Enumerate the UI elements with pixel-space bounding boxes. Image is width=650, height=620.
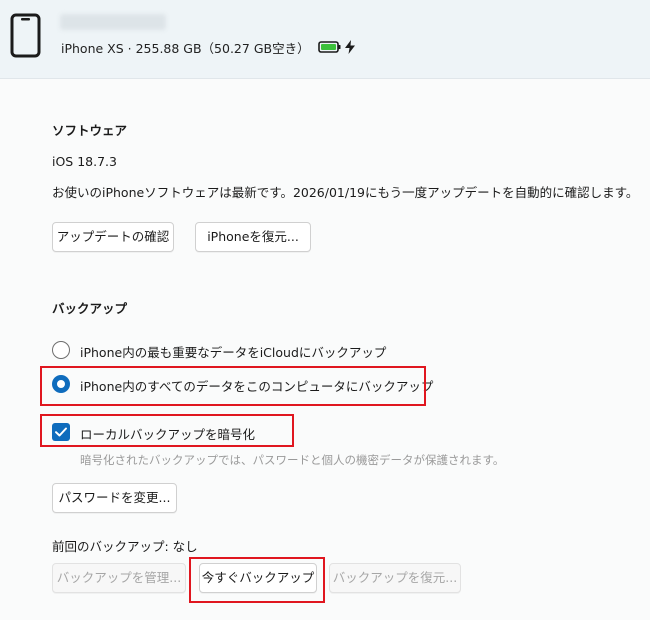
- highlight-backup-now: [189, 557, 325, 603]
- backup-section-title: バックアップ: [52, 301, 128, 316]
- ios-version: iOS 18.7.3: [52, 154, 117, 169]
- device-name-redacted: [60, 14, 166, 30]
- icloud-backup-label[interactable]: iPhone内の最も重要なデータをiCloudにバックアップ: [80, 342, 386, 361]
- restore-iphone-button[interactable]: iPhoneを復元...: [195, 222, 311, 252]
- charging-bolt-icon: [345, 40, 355, 54]
- icloud-backup-radio[interactable]: [52, 341, 70, 359]
- highlight-encrypt: [40, 414, 294, 447]
- manage-backups-button[interactable]: バックアップを管理...: [52, 563, 186, 593]
- software-status-text: お使いのiPhoneソフトウェアは最新です。2026/01/19にもう一度アップ…: [52, 185, 639, 200]
- device-header: iPhone XS · 255.88 GB（50.27 GB空き）: [0, 0, 650, 79]
- phone-icon: [10, 13, 41, 58]
- change-password-button[interactable]: パスワードを変更...: [52, 483, 177, 513]
- check-update-button[interactable]: アップデートの確認: [52, 222, 174, 252]
- restore-backup-button[interactable]: バックアップを復元...: [329, 563, 461, 593]
- device-info: iPhone XS · 255.88 GB（50.27 GB空き）: [61, 41, 310, 56]
- software-section-title: ソフトウェア: [52, 123, 128, 138]
- battery-icon: [318, 41, 341, 53]
- last-backup-text: 前回のバックアップ: なし: [52, 539, 198, 554]
- encrypt-hint: 暗号化されたバックアップでは、パスワードと個人の機密データが保護されます。: [80, 453, 505, 467]
- highlight-local-backup: [40, 366, 426, 406]
